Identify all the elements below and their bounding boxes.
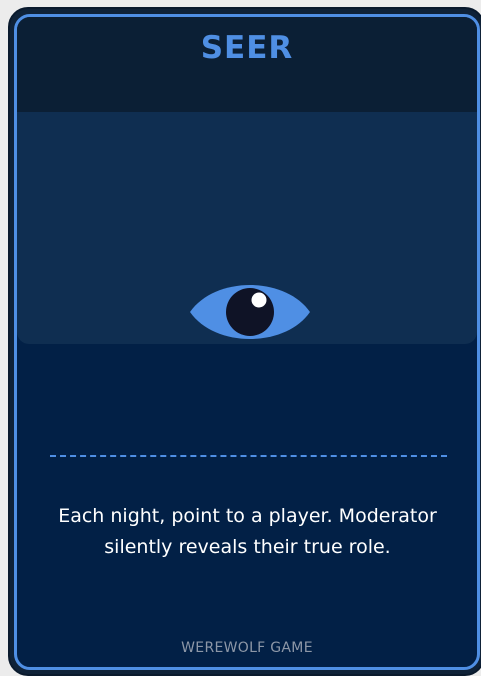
eye-icon <box>190 285 310 339</box>
role-card: SEER Each night, point to a player. Mode… <box>14 14 480 670</box>
card-artwork-panel <box>17 112 477 344</box>
card-divider <box>50 455 447 457</box>
card-footer: WEREWOLF GAME <box>181 640 313 656</box>
card-title-bar: SEER <box>17 17 477 112</box>
role-title: SEER <box>200 30 294 66</box>
role-description: Each night, point to a player. Moderator… <box>58 505 437 558</box>
